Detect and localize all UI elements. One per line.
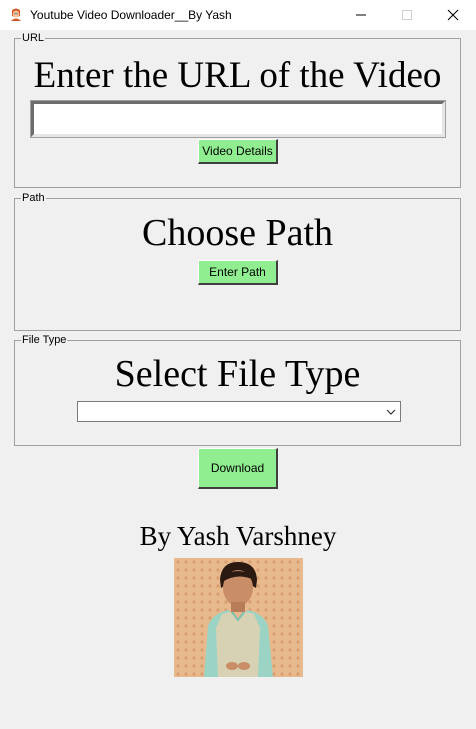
filetype-legend: File Type [21, 333, 68, 347]
title-bar: Youtube Video Downloader__By Yash [0, 0, 476, 30]
filetype-group: File Type Select File Type [14, 333, 461, 446]
url-heading: Enter the URL of the Video [33, 55, 442, 96]
close-icon [447, 9, 459, 21]
author-byline: By Yash Varshney [139, 521, 337, 551]
path-legend: Path [21, 191, 46, 205]
url-legend: URL [21, 31, 46, 45]
download-button[interactable]: Download [198, 448, 278, 489]
author-photo [174, 558, 303, 677]
app-icon [8, 7, 24, 23]
path-group: Path Choose Path Enter Path [14, 191, 461, 331]
chevron-down-icon [386, 409, 396, 415]
close-button[interactable] [430, 0, 476, 30]
maximize-button[interactable] [384, 0, 430, 30]
minimize-icon [356, 14, 366, 16]
enter-path-button[interactable]: Enter Path [198, 260, 278, 285]
url-group: URL Enter the URL of the Video Video Det… [14, 31, 461, 188]
file-type-select[interactable] [77, 401, 401, 422]
url-input[interactable] [30, 100, 446, 138]
window-title: Youtube Video Downloader__By Yash [30, 8, 232, 22]
minimize-button[interactable] [338, 0, 384, 30]
path-heading: Choose Path [141, 212, 334, 254]
filetype-heading: Select File Type [114, 353, 361, 395]
maximize-icon [402, 10, 412, 20]
video-details-button[interactable]: Video Details [198, 139, 278, 164]
